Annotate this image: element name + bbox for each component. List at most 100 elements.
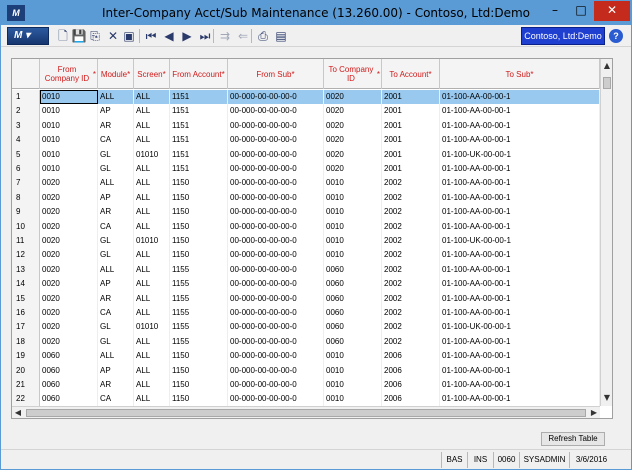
table-cell-to-company[interactable]: 0060 [324, 334, 382, 350]
table-cell-from-account[interactable]: 1150 [170, 176, 228, 191]
table-cell-module[interactable]: ALL [98, 176, 134, 191]
table-cell-from-account[interactable]: 1155 [170, 334, 228, 350]
table-row[interactable]: 6 0010 GL ALL 1151 00-000-00-00-00-0 0020 2001 0… [12, 162, 600, 177]
table-cell-from-company[interactable]: 0020 [40, 262, 98, 278]
table-row[interactable]: 14 0020 AP ALL 1155 00-000-00-00-00-0 0060 2002… [12, 277, 600, 292]
table-cell-screen[interactable]: ALL [134, 104, 170, 119]
table-row[interactable]: 10 0020 CA ALL 1150 00-000-00-00-00-0 0010 2002… [12, 219, 600, 234]
table-row[interactable]: 1 0010 ALL ALL 1151 00-000-00-00-00-0 0020 2001… [12, 90, 600, 105]
table-cell-module[interactable]: AR [98, 291, 134, 306]
table-cell-from-sub[interactable]: 00-000-00-00-00-0 [228, 133, 324, 148]
table-cell-from-sub[interactable]: 00-000-00-00-00-0 [228, 349, 324, 364]
last-icon[interactable]: ⏭ [197, 28, 213, 44]
table-cell-screen[interactable]: ALL [134, 334, 170, 350]
table-cell-from-account[interactable]: 1150 [170, 234, 228, 249]
table-cell-screen[interactable]: ALL [134, 262, 170, 278]
table-cell-to-company[interactable]: 0060 [324, 306, 382, 321]
scroll-right-icon[interactable]: ▶ [588, 408, 600, 418]
table-cell-from-account[interactable]: 1151 [170, 90, 228, 105]
table-cell-screen[interactable]: ALL [134, 378, 170, 393]
table-row[interactable]: 18 0020 GL ALL 1155 00-000-00-00-00-0 0060 2002… [12, 334, 600, 350]
table-cell-module[interactable]: GL [98, 234, 134, 249]
table-cell-to-sub[interactable]: 01-100-AA-00-00-1 [440, 219, 600, 234]
table-row[interactable]: 19 0060 ALL ALL 1150 00-000-00-00-00-0 0010 200… [12, 349, 600, 364]
table-cell-to-sub[interactable]: 01-100-AA-00-00-1 [440, 118, 600, 134]
table-cell-to-company[interactable]: 0060 [324, 277, 382, 292]
column-header-to-sub[interactable]: To Sub * [440, 59, 600, 89]
title-bar[interactable]: M Inter-Company Acct/Sub Maintenance (13… [1, 1, 631, 25]
table-cell-screen[interactable]: ALL [134, 219, 170, 234]
table-cell-to-account[interactable]: 2002 [382, 320, 440, 335]
table-cell-to-sub[interactable]: 01-100-AA-00-00-1 [440, 176, 600, 191]
delete-icon[interactable]: ✕ [105, 28, 121, 44]
table-cell-to-account[interactable]: 2002 [382, 248, 440, 263]
table-cell-screen[interactable]: ALL [134, 277, 170, 292]
table-cell-to-account[interactable]: 2001 [382, 90, 440, 105]
print-icon[interactable]: ⎙ [255, 28, 271, 44]
table-cell-to-sub[interactable]: 01-100-UK-00-00-1 [440, 147, 600, 162]
table-cell-from-company[interactable]: 0060 [40, 363, 98, 378]
table-cell-to-account[interactable]: 2001 [382, 118, 440, 134]
table-cell-screen[interactable]: ALL [134, 205, 170, 220]
table-cell-from-sub[interactable]: 00-000-00-00-00-0 [228, 392, 324, 406]
insert-row-icon[interactable]: ⇉ [217, 28, 233, 44]
table-cell-to-sub[interactable]: 01-100-AA-00-00-1 [440, 162, 600, 177]
table-cell-from-account[interactable]: 1151 [170, 118, 228, 134]
column-header-from-account[interactable]: From Account * [170, 59, 228, 89]
new-icon[interactable]: 🗋 [55, 28, 71, 44]
table-row[interactable]: 9 0020 AR ALL 1150 00-000-00-00-00-0 0010 2002 0… [12, 205, 600, 220]
column-header-module[interactable]: Module * [98, 59, 134, 89]
table-cell-to-company[interactable]: 0010 [324, 392, 382, 406]
table-cell-module[interactable]: ALL [98, 262, 134, 278]
table-cell-to-company[interactable]: 0020 [324, 162, 382, 177]
table-cell-from-sub[interactable]: 00-000-00-00-00-0 [228, 104, 324, 119]
company-badge[interactable]: Contoso, Ltd:Demo [521, 27, 605, 45]
table-cell-to-sub[interactable]: 01-100-AA-00-00-1 [440, 306, 600, 321]
table-cell-screen[interactable]: ALL [134, 349, 170, 364]
table-cell-to-account[interactable]: 2001 [382, 104, 440, 119]
table-cell-to-company[interactable]: 0010 [324, 248, 382, 263]
table-cell-from-account[interactable]: 1150 [170, 392, 228, 406]
table-cell-screen[interactable]: ALL [134, 133, 170, 148]
table-cell-from-company[interactable]: 0010 [40, 104, 98, 119]
table-row[interactable]: 21 0060 AR ALL 1150 00-000-00-00-00-0 0010 2006… [12, 378, 600, 393]
table-cell-to-sub[interactable]: 01-100-AA-00-00-1 [440, 190, 600, 206]
table-row[interactable]: 15 0020 AR ALL 1155 00-000-00-00-00-0 0060 2002… [12, 291, 600, 306]
table-cell-to-account[interactable]: 2002 [382, 205, 440, 220]
table-cell-from-company[interactable]: 0010 [40, 118, 98, 134]
table-cell-to-company[interactable]: 0010 [324, 363, 382, 378]
table-cell-from-sub[interactable]: 00-000-00-00-00-0 [228, 262, 324, 278]
table-cell-from-sub[interactable]: 00-000-00-00-00-0 [228, 190, 324, 206]
table-cell-from-account[interactable]: 1155 [170, 291, 228, 306]
table-cell-to-company[interactable]: 0020 [324, 90, 382, 105]
table-cell-from-company[interactable]: 0020 [40, 190, 98, 206]
table-cell-from-company[interactable]: 0020 [40, 205, 98, 220]
table-cell-to-sub[interactable]: 01-100-AA-00-00-1 [440, 378, 600, 393]
table-cell-from-company[interactable]: 0020 [40, 219, 98, 234]
table-cell-module[interactable]: GL [98, 162, 134, 177]
table-cell-module[interactable]: ALL [98, 90, 134, 105]
table-cell-from-sub[interactable]: 00-000-00-00-00-0 [228, 248, 324, 263]
horizontal-scrollbar[interactable]: ◀ ▶ [12, 406, 600, 418]
table-cell-module[interactable]: GL [98, 320, 134, 335]
table-cell-from-company[interactable]: 0020 [40, 234, 98, 249]
column-header-screen[interactable]: Screen * [134, 59, 170, 89]
table-cell-from-sub[interactable]: 00-000-00-00-00-0 [228, 219, 324, 234]
table-cell-module[interactable]: AP [98, 277, 134, 292]
table-cell-from-account[interactable]: 1150 [170, 248, 228, 263]
table-cell-screen[interactable]: ALL [134, 176, 170, 191]
table-cell-to-account[interactable]: 2006 [382, 378, 440, 393]
table-cell-from-company[interactable]: 0010 [40, 162, 98, 177]
table-row[interactable]: 11 0020 GL 01010 1150 00-000-00-00-00-0 0010 20… [12, 234, 600, 249]
table-cell-screen[interactable]: ALL [134, 291, 170, 306]
table-cell-to-account[interactable]: 2006 [382, 349, 440, 364]
table-cell-from-account[interactable]: 1155 [170, 320, 228, 335]
table-row[interactable]: 16 0020 CA ALL 1155 00-000-00-00-00-0 0060 2002… [12, 306, 600, 321]
table-cell-to-sub[interactable]: 01-100-AA-00-00-1 [440, 277, 600, 292]
close-button[interactable]: ✕ [594, 1, 630, 21]
table-cell-to-company[interactable]: 0010 [324, 176, 382, 191]
table-cell-to-company[interactable]: 0010 [324, 378, 382, 393]
table-row[interactable]: 20 0060 AP ALL 1150 00-000-00-00-00-0 0010 2006… [12, 363, 600, 378]
table-cell-module[interactable]: CA [98, 219, 134, 234]
table-cell-to-company[interactable]: 0010 [324, 234, 382, 249]
